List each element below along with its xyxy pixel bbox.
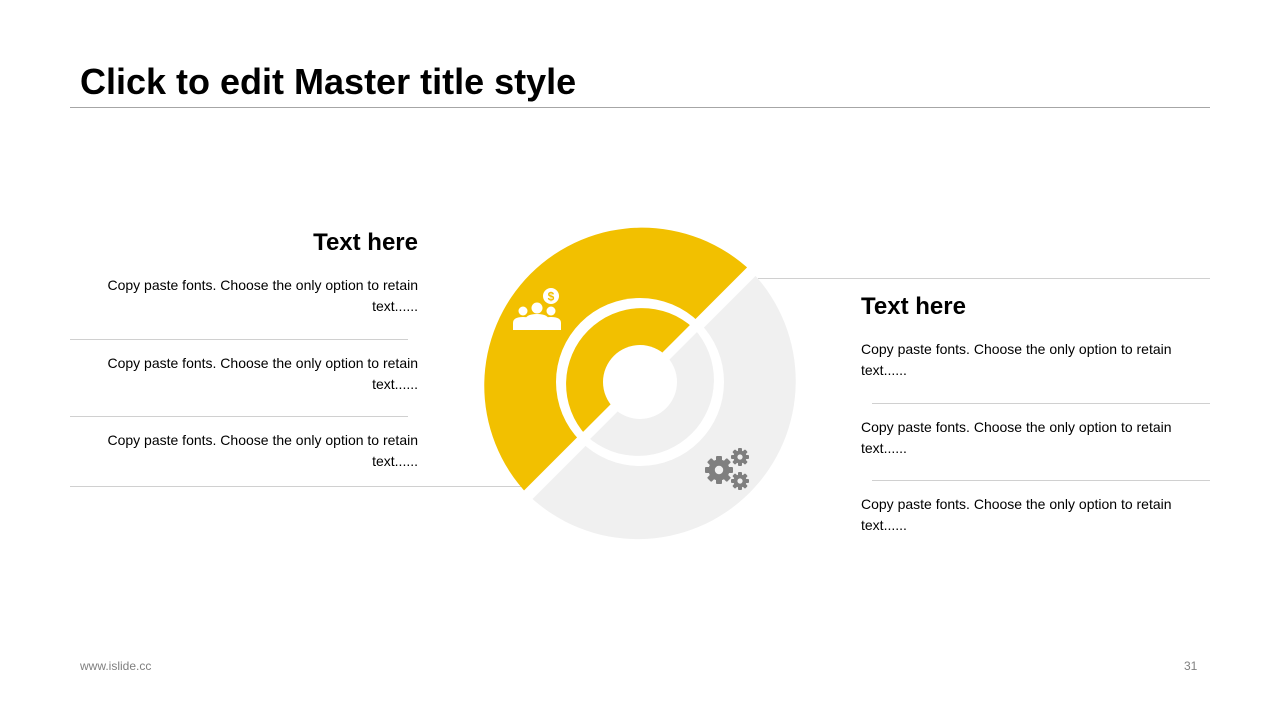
center-hole — [603, 345, 677, 419]
svg-text:$: $ — [548, 290, 555, 304]
ring-diagram: $ — [484, 227, 796, 540]
footer-website[interactable]: www.islide.cc — [80, 658, 151, 674]
page-number: 31 — [1184, 659, 1198, 673]
